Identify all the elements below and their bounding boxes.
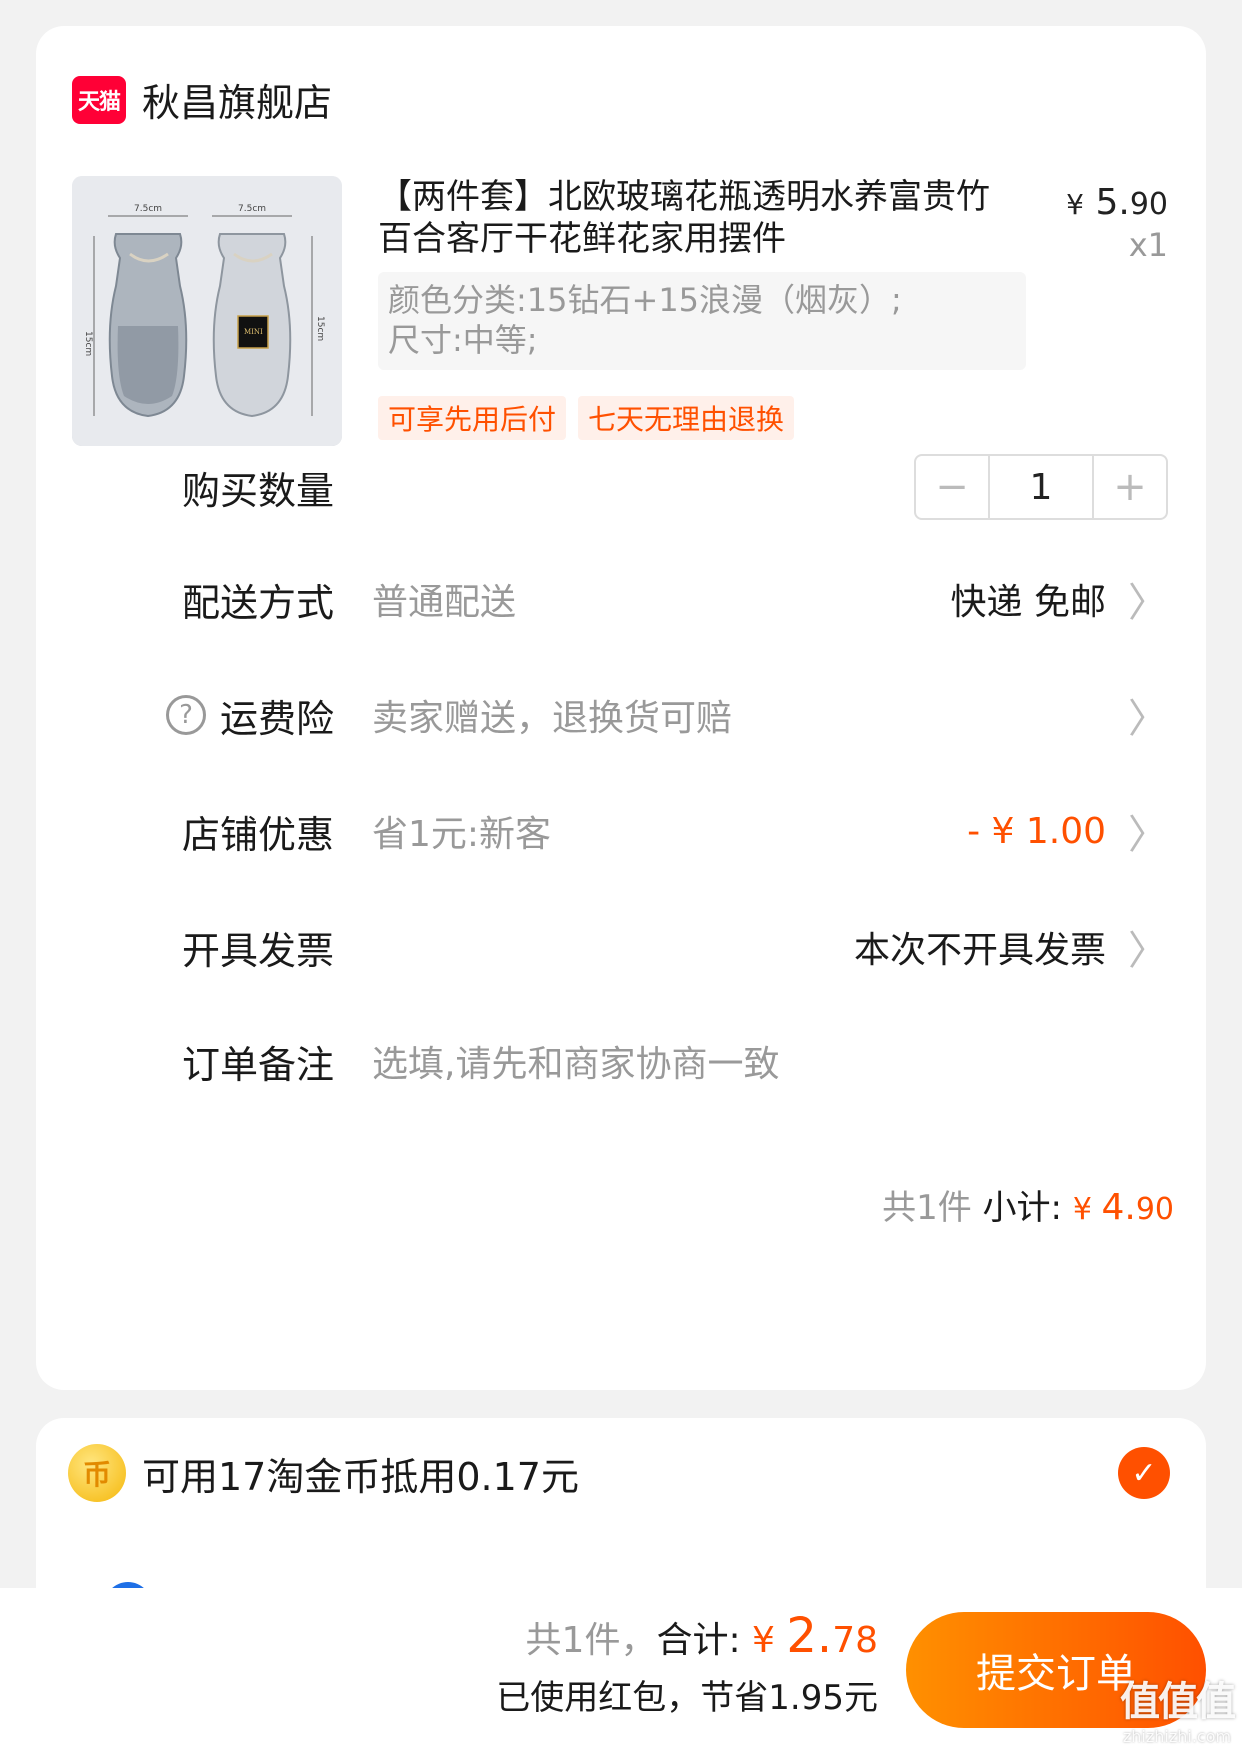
price-integer: 5. <box>1095 182 1130 223</box>
price-currency: ¥ <box>1066 188 1084 221</box>
chevron-right-icon: 〉 <box>1128 580 1168 626</box>
image-height-left: 15cm <box>83 331 93 356</box>
image-height-right: 15cm <box>315 316 325 341</box>
sku-box[interactable]: 颜色分类:15钻石+15浪漫（烟灰）; 尺寸:中等; <box>378 272 1026 370</box>
watermark-url: zhizhizhi.com <box>1122 1727 1232 1746</box>
subtotal-count: 共1件 <box>882 1188 972 1228</box>
total-currency: ¥ <box>752 1620 787 1661</box>
product-image[interactable]: 7.5cm 7.5cm 15cm 15cm MINI <box>72 176 342 446</box>
bottom-bar: 共1件，合计: ¥ 2.78 已使用红包，节省1.95元 提交订单 值值值 zh… <box>0 1588 1242 1752</box>
invoice-row[interactable]: 开具发票 本次不开具发票 〉 <box>182 912 1168 982</box>
invoice-value: 本次不开具发票 <box>853 930 1106 971</box>
quantity-label: 购买数量 <box>182 468 335 513</box>
tag-7day-return: 七天无理由退换 <box>578 396 795 440</box>
watermark-logo: 值值值 <box>1120 1679 1236 1725</box>
store-discount-desc: 省1元:新客 <box>372 814 552 855</box>
total-amount-int: 2. <box>786 1608 833 1664</box>
quantity-row: 购买数量 − 1 + <box>182 452 1168 522</box>
order-note-input[interactable]: 选填,请先和商家协商一致 <box>372 1035 779 1087</box>
shipping-insurance-row[interactable]: ? 运费险 卖家赠送，退换货可赔 〉 <box>166 680 1168 750</box>
check-icon[interactable]: ✓ <box>1118 1447 1170 1499</box>
total-line: 共1件，合计: ¥ 2.78 <box>496 1608 878 1664</box>
chevron-right-icon: 〉 <box>1128 928 1168 974</box>
subtotal-amount-dec: 90 <box>1135 1192 1174 1227</box>
total-label: 合计: <box>656 1620 753 1661</box>
subtotal-currency: ¥ <box>1072 1192 1102 1227</box>
product-quantity: x1 <box>1128 226 1168 264</box>
store-discount-amount: - ¥ 1.00 <box>967 810 1106 852</box>
product-price: ¥ 5.90 <box>1066 182 1168 223</box>
total-amount-dec: 78 <box>832 1620 878 1661</box>
product-title[interactable]: 【两件套】北欧玻璃花瓶透明水养富贵竹百合客厅干花鲜花家用摆件 <box>378 176 1018 260</box>
shipping-insurance-desc: 卖家赠送，退换货可赔 <box>372 698 733 739</box>
vase-illustration: 7.5cm 7.5cm 15cm 15cm MINI <box>72 176 342 446</box>
chevron-right-icon: 〉 <box>1128 696 1168 742</box>
image-width-right: 7.5cm <box>238 204 266 214</box>
order-note-row: 订单备注 选填,请先和商家协商一致 <box>182 1026 1168 1096</box>
delivery-label: 配送方式 <box>182 580 335 625</box>
store-discount-label: 店铺优惠 <box>182 812 335 857</box>
sku-size: 尺寸:中等; <box>388 321 538 359</box>
delivery-method: 普通配送 <box>372 582 517 623</box>
watermark: 值值值 zhizhizhi.com <box>1120 1669 1236 1746</box>
coin-text: 可用17淘金币抵用0.17元 <box>142 1454 579 1499</box>
quantity-input[interactable]: 1 <box>988 456 1094 518</box>
sku-color: 颜色分类:15钻石+15浪漫（烟灰）; <box>388 281 902 319</box>
shop-name[interactable]: 秋昌旗舰店 <box>142 72 332 127</box>
subtotal-label: 小计: <box>971 1188 1073 1228</box>
image-width-left: 7.5cm <box>134 204 162 214</box>
savings-text: 已使用红包，节省1.95元 <box>496 1678 878 1718</box>
delivery-row[interactable]: 配送方式 普通配送 快递 免邮 〉 <box>182 564 1168 634</box>
store-discount-row[interactable]: 店铺优惠 省1元:新客 - ¥ 1.00 〉 <box>182 796 1168 866</box>
coin-row[interactable]: 币 可用17淘金币抵用0.17元 ✓ <box>68 1438 1170 1508</box>
subtotal-amount-int: 4. <box>1101 1187 1136 1228</box>
decrease-button[interactable]: − <box>916 456 988 518</box>
order-totals: 共1件，合计: ¥ 2.78 已使用红包，节省1.95元 <box>496 1608 878 1719</box>
shipping-insurance-label: 运费险 <box>220 696 335 741</box>
image-label: MINI <box>244 328 263 336</box>
service-tags: 可享先用后付 七天无理由退换 <box>378 396 795 440</box>
tag-pay-later: 可享先用后付 <box>378 396 567 440</box>
delivery-value: 快递 免邮 <box>950 582 1106 623</box>
question-icon[interactable]: ? <box>166 695 206 735</box>
coin-icon: 币 <box>68 1444 126 1502</box>
order-card: 天猫 秋昌旗舰店 7.5cm 7.5cm 15cm 15cm MINI 【两件套… <box>36 26 1206 1390</box>
price-decimal: 90 <box>1129 187 1168 222</box>
quantity-stepper[interactable]: − 1 + <box>914 454 1168 520</box>
total-count: 共1件， <box>525 1620 657 1661</box>
tmall-logo: 天猫 <box>72 75 126 124</box>
shop-header[interactable]: 天猫 秋昌旗舰店 <box>72 72 332 127</box>
subtotal: 共1件 小计: ¥ 4.90 <box>882 1180 1174 1229</box>
invoice-label: 开具发票 <box>182 928 335 973</box>
chevron-right-icon: 〉 <box>1128 812 1168 858</box>
increase-button[interactable]: + <box>1094 456 1166 518</box>
order-note-label: 订单备注 <box>182 1042 335 1087</box>
